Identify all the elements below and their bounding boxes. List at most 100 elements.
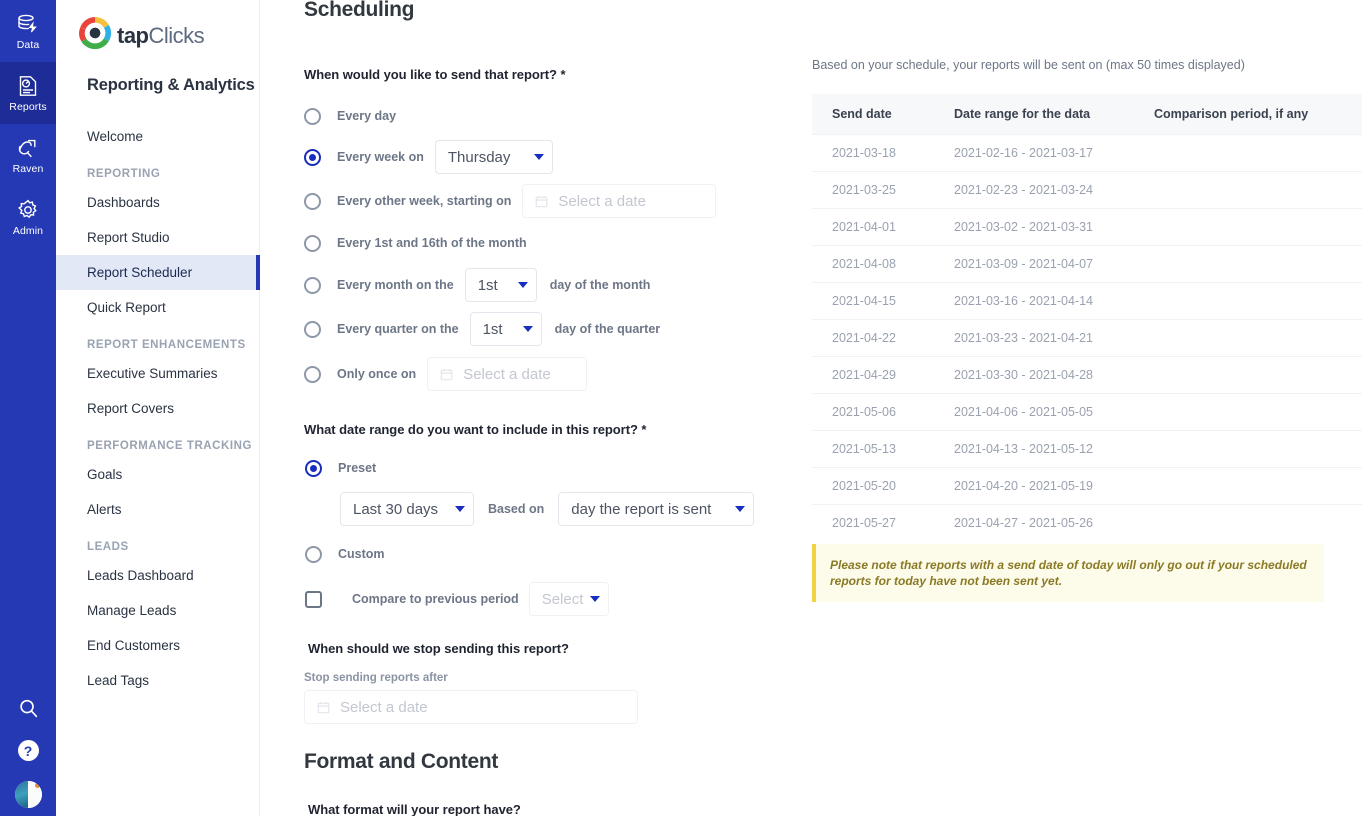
radio-preset[interactable] [305,459,322,477]
based-on-select[interactable]: day the report is sent [558,492,755,526]
cell-send-date: 2021-04-15 [812,282,934,320]
send-question-label: When would you like to send that report?… [304,67,566,82]
sidebar-item-report-studio[interactable]: Report Studio [56,220,259,255]
cell-comparison [1134,319,1362,357]
quarter-day-select-value: 1st [482,320,503,338]
label-preset: Preset [338,461,377,475]
radio-custom[interactable] [305,545,322,563]
sidebar-section-reporting: REPORTING [87,168,161,180]
weekday-select-value: Thursday [447,148,511,166]
cell-send-date: 2021-05-27 [812,504,934,528]
column-header-comparison-period: Comparison period, if any [1134,94,1362,135]
rail-label-raven: Raven [12,162,44,175]
label-every-day: Every day [337,109,397,123]
option-every-week[interactable]: Every week on Thursday [304,140,800,174]
option-every-day[interactable]: Every day [304,101,800,131]
sidebar-item-executive-summaries[interactable]: Executive Summaries [56,356,259,391]
table-row: 2021-05-13 2021-04-13 - 2021-05-12 [812,430,1362,468]
rail-item-data[interactable]: Data [0,0,56,62]
preset-range-select[interactable]: Last 30 days [340,492,474,526]
option-every-month[interactable]: Every month on the 1st day of the month [304,268,800,302]
sidebar-item-manage-leads[interactable]: Manage Leads [56,593,259,628]
label-every-week: Every week on [337,150,424,164]
rail-item-raven[interactable]: Raven [0,124,56,186]
radio-every-quarter[interactable] [304,320,321,338]
label-every-quarter: Every quarter on the [337,322,459,336]
option-first-and-sixteenth[interactable]: Every 1st and 16th of the month [304,228,800,258]
sidebar-section-report-enhancements: REPORT ENHANCEMENTS [87,339,246,351]
cell-date-range: 2021-02-16 - 2021-03-17 [934,134,1134,172]
schedule-warning-note: Please note that reports with a send dat… [812,544,1324,602]
sidebar-item-report-scheduler[interactable]: Report Scheduler [56,255,260,290]
radio-every-week[interactable] [304,148,321,166]
radio-every-month[interactable] [304,276,321,294]
sidebar-item-alerts[interactable]: Alerts [56,492,259,527]
chevron-down-icon [533,154,544,160]
sidebar-item-goals[interactable]: Goals [56,457,259,492]
option-compare-previous[interactable]: Compare to previous period Select [304,582,800,616]
cell-date-range: 2021-03-30 - 2021-04-28 [934,356,1134,394]
label-only-once: Only once on [337,367,417,381]
page-title: Reporting & Analytics [87,76,255,94]
database-icon [16,12,40,36]
cell-send-date: 2021-03-25 [812,171,934,209]
option-custom[interactable]: Custom [304,539,800,569]
date-range-question-label: What date range do you want to include i… [304,422,647,437]
rail-label-admin: Admin [12,224,44,237]
rail-item-admin[interactable]: Admin [0,186,56,248]
sidebar-item-report-covers[interactable]: Report Covers [56,391,259,426]
sidebar-item-leads-dashboard[interactable]: Leads Dashboard [56,558,259,593]
schedule-table-body: 2021-03-18 2021-02-16 - 2021-03-17 2021-… [812,134,1362,528]
label-first-and-sixteenth: Every 1st and 16th of the month [337,236,527,250]
option-preset[interactable]: Preset [304,453,800,483]
cell-send-date: 2021-05-20 [812,467,934,505]
every-other-week-date-input[interactable]: Select a date [522,184,717,218]
sidebar-item-welcome[interactable]: Welcome [56,119,259,154]
month-day-select[interactable]: 1st [464,268,537,302]
quarter-day-select[interactable]: 1st [469,312,542,346]
format-content-heading: Format and Content [304,750,499,773]
brand-logo[interactable]: tapClicks [56,0,259,62]
cell-send-date: 2021-04-08 [812,245,934,283]
rail-bottom-group: ? [0,697,56,808]
only-once-date-input[interactable]: Select a date [427,357,588,391]
tapclicks-logo-icon [78,16,112,55]
radio-every-day[interactable] [304,107,321,125]
cell-comparison [1134,282,1362,320]
sidebar-item-dashboards[interactable]: Dashboards [56,185,259,220]
user-avatar[interactable] [14,781,42,808]
cell-date-range: 2021-04-06 - 2021-05-05 [934,393,1134,431]
sidebar-item-end-customers[interactable]: End Customers [56,628,259,663]
option-only-once[interactable]: Only once on Select a date [304,357,800,391]
radio-first-and-sixteenth[interactable] [304,234,321,252]
weekday-select[interactable]: Thursday [434,140,553,174]
every-other-week-date-placeholder: Select a date [558,192,646,210]
stop-sending-date-input[interactable]: Select a date [304,690,638,724]
label-every-other-week: Every other week, starting on [337,194,512,208]
cell-comparison [1134,208,1362,246]
month-day-select-value: 1st [477,276,498,294]
option-every-other-week[interactable]: Every other week, starting on Select a d… [304,184,800,218]
calendar-icon [535,195,548,208]
trend-arrow-icon [16,136,40,160]
help-icon[interactable]: ? [17,740,39,761]
cell-date-range: 2021-03-09 - 2021-04-07 [934,245,1134,283]
radio-only-once[interactable] [304,365,321,383]
rail-item-reports[interactable]: Reports [0,62,56,124]
format-question-label: What format will your report have? [308,802,521,816]
search-icon[interactable] [17,697,40,720]
table-row: 2021-03-18 2021-02-16 - 2021-03-17 [812,134,1362,172]
cell-send-date: 2021-04-29 [812,356,934,394]
option-every-quarter[interactable]: Every quarter on the 1st day of the quar… [304,312,800,346]
column-header-send-date: Send date [812,94,934,135]
schedule-warning-text: Please note that reports with a send dat… [830,558,1307,588]
radio-every-other-week[interactable] [304,192,321,210]
cell-send-date: 2021-05-13 [812,430,934,468]
sidebar-item-quick-report[interactable]: Quick Report [56,290,259,325]
cell-comparison [1134,245,1362,283]
rail-label-reports: Reports [9,100,47,113]
checkbox-compare-previous[interactable] [305,590,322,608]
compare-period-select[interactable]: Select [528,582,609,616]
sidebar-item-lead-tags[interactable]: Lead Tags [56,663,259,698]
help-icon-label: ? [17,740,39,761]
